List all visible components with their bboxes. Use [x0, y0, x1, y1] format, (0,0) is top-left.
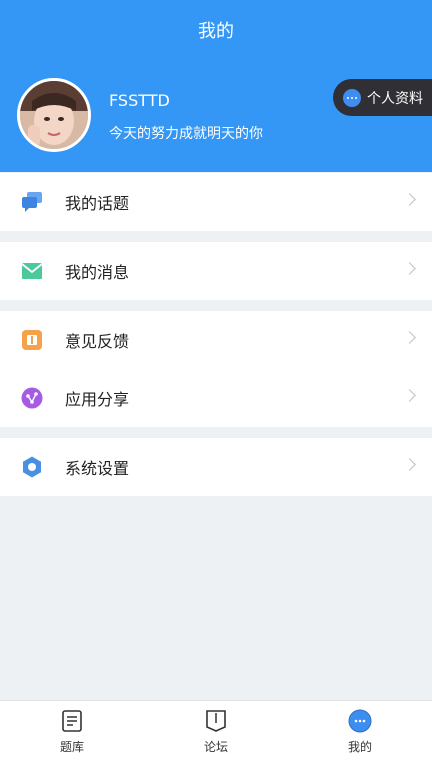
tab-mine[interactable]: 我的 — [288, 701, 432, 769]
menu-group-feedback: 意见反馈 应用分享 — [0, 311, 432, 427]
chat-bubble-icon — [343, 88, 361, 107]
tab-label: 我的 — [347, 740, 372, 754]
profile-header: 我的 FSSTTD 今天的努力成就明天的你 个人资料 — [0, 0, 432, 172]
chevron-right-icon — [403, 262, 416, 275]
menu-item-label: 意见反馈 — [65, 332, 130, 351]
tab-questions[interactable]: 题库 — [0, 701, 144, 769]
menu-group-messages: 我的消息 — [0, 242, 432, 300]
menu-item-label: 应用分享 — [65, 390, 130, 409]
chevron-right-icon — [403, 458, 416, 471]
menu-item-messages[interactable]: 我的消息 — [0, 242, 432, 300]
chat-bubble-icon — [348, 709, 372, 733]
menu-item-topics[interactable]: 我的话题 — [0, 173, 432, 231]
bottom-tab-bar: 题库 论坛 我的 — [0, 700, 432, 769]
chevron-right-icon — [403, 389, 416, 402]
gear-icon — [23, 456, 41, 478]
tab-label: 论坛 — [203, 740, 228, 754]
menu-item-feedback[interactable]: 意见反馈 — [0, 311, 432, 369]
menu-item-label: 我的消息 — [65, 263, 130, 282]
share-icon — [21, 387, 43, 409]
bookmark-icon — [206, 710, 226, 732]
profile-button-label: 个人资料 — [367, 90, 423, 107]
document-icon — [62, 710, 82, 732]
chevron-right-icon — [403, 193, 416, 206]
user-motto: 今天的努力成就明天的你 — [109, 126, 263, 142]
profile-button[interactable]: 个人资料 — [333, 79, 432, 116]
avatar[interactable] — [17, 78, 91, 152]
chat-icon — [22, 192, 42, 212]
avatar-photo — [20, 81, 88, 149]
menu-item-settings[interactable]: 系统设置 — [0, 438, 432, 496]
feedback-icon — [22, 330, 42, 350]
envelope-icon — [21, 263, 43, 279]
tab-forum[interactable]: 论坛 — [144, 701, 288, 769]
username: FSSTTD — [109, 91, 170, 110]
menu-group-topics: 我的话题 — [0, 173, 432, 231]
menu-group-settings: 系统设置 — [0, 438, 432, 496]
chevron-right-icon — [403, 331, 416, 344]
menu-item-share[interactable]: 应用分享 — [0, 369, 432, 427]
menu-item-label: 系统设置 — [65, 459, 130, 478]
menu-item-label: 我的话题 — [65, 194, 130, 213]
page-title: 我的 — [198, 21, 234, 42]
tab-label: 题库 — [59, 740, 84, 754]
